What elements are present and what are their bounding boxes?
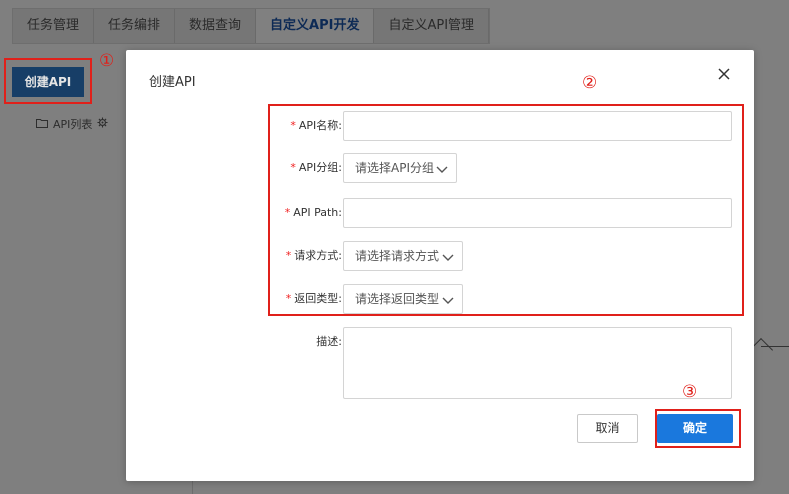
annotation-box-3 <box>655 409 741 448</box>
gear-icon[interactable] <box>97 117 108 131</box>
top-tabs: 任务管理 任务编排 数据查询 自定义API开发 自定义API管理 <box>12 8 491 44</box>
api-list-tree-item[interactable]: API列表 <box>36 116 108 132</box>
annotation-number-3: ③ <box>682 382 698 402</box>
annotation-number-2: ② <box>582 73 598 93</box>
annotation-number-1: ① <box>99 51 115 71</box>
tab-task-orchestration[interactable]: 任务编排 <box>94 9 176 43</box>
dialog-title: 创建API <box>149 75 196 90</box>
api-list-label: API列表 <box>53 118 93 131</box>
tab-data-query[interactable]: 数据查询 <box>175 9 257 43</box>
tab-custom-api-dev[interactable]: 自定义API开发 <box>256 9 375 43</box>
connector-line <box>761 346 789 347</box>
description-row: 描述: <box>126 327 754 399</box>
close-icon[interactable] <box>718 68 732 82</box>
folder-icon <box>36 118 48 131</box>
tab-custom-api-management[interactable]: 自定义API管理 <box>374 9 490 43</box>
description-label: 描述: <box>316 335 342 348</box>
tab-task-management[interactable]: 任务管理 <box>13 9 95 43</box>
description-textarea[interactable] <box>343 327 732 399</box>
cancel-button[interactable]: 取消 <box>577 414 638 443</box>
annotation-box-2 <box>268 104 744 316</box>
annotation-box-1 <box>4 58 92 104</box>
